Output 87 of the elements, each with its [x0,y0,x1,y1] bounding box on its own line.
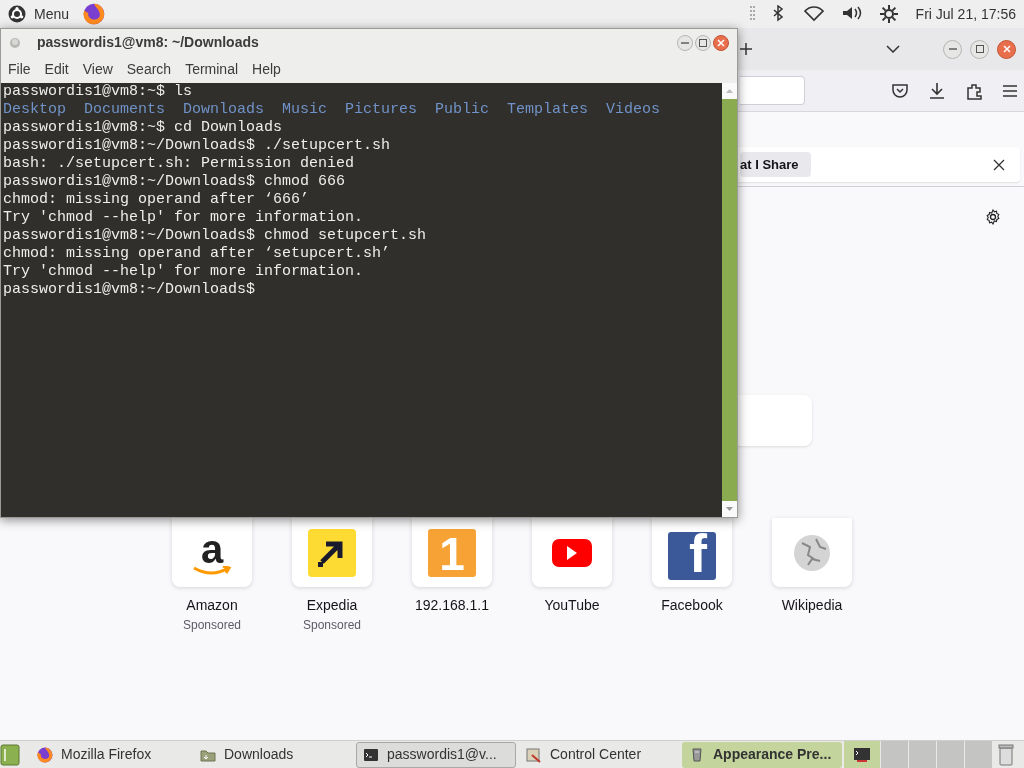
brightness-icon[interactable] [879,5,898,23]
handle-icon [748,5,756,23]
directory-name: Documents [84,101,166,119]
terminal-line: Try 'chmod --help' for more information. [3,209,365,227]
minimize-icon [681,41,689,44]
minimize-button[interactable] [943,39,962,59]
site-name: Facebook [661,596,723,615]
control-panel-icon [526,746,542,763]
maximize-icon [699,38,707,47]
terminal-icon [363,746,379,763]
trash-icon[interactable] [998,743,1014,766]
site-tile[interactable]: f [652,518,732,587]
directory-name: Pictures [345,101,418,119]
notification-button[interactable]: at I Share [740,151,811,178]
taskbar-item[interactable]: Mozilla Firefox [30,741,190,768]
terminal-icon [853,746,871,763]
menu-item[interactable]: Help [252,59,281,80]
browser-icon[interactable] [83,3,106,25]
puzzle-icon[interactable] [965,81,983,100]
menu-label[interactable]: Menu [34,3,70,25]
pocket-icon[interactable] [891,81,909,100]
paint-icon [689,746,705,763]
site-name: YouTube [544,596,600,615]
site-name: Wikipedia [781,596,843,615]
minimize-icon [948,48,957,50]
globe-icon [794,534,830,571]
sponsored-label: Sponsored [302,617,361,634]
menu-item[interactable]: Edit [44,59,69,80]
play-icon [552,538,592,567]
terminal-line: Try 'chmod --help' for more information. [3,263,365,281]
letter-f-icon: f [668,531,716,580]
maximize-icon [975,45,984,53]
directory-name: Downloads [183,101,265,119]
wifi-icon[interactable] [803,5,824,23]
terminal-line: chmod: missing operand after ‘setupcert.sh’ [3,245,392,263]
site-tile[interactable] [292,518,372,587]
terminal-line: passwordis1@vm8:~$ cd Downloads [3,119,284,137]
menu-item[interactable]: Terminal [185,59,239,80]
logo-icon[interactable] [8,5,26,23]
terminal-line: bash: ./setupcert.sh: Permission denied [3,155,356,173]
site-tile[interactable] [532,518,612,587]
taskbar-item[interactable]: Downloads [193,741,353,768]
close-button[interactable] [997,39,1016,59]
sponsored-label: Sponsored [182,617,241,634]
maximize-button[interactable] [695,34,711,51]
close-icon[interactable] [993,158,1005,171]
terminal-line: passwordis1@vm8:~/Downloads$ chmod setupcert.sh [3,227,428,245]
site-name: Amazon [186,596,238,615]
url-field[interactable] [740,76,805,105]
terminal-line: passwordis1@vm8:~/Downloads$ [3,281,257,299]
terminal-line: passwordis1@vm8:~/Downloads$ ./setupcert.sh [3,137,392,155]
terminal-line: chmod: missing operand after ‘666’ [3,191,311,209]
site-name: Expedia [306,596,358,615]
taskbar-item[interactable]: Control Center [519,741,679,768]
new-tab-icon[interactable] [740,43,752,55]
settings-icon[interactable] [985,209,1001,225]
scrollbar[interactable] [722,83,737,517]
site-name: 192.168.1.1 [415,596,489,615]
clock[interactable]: Fri Jul 21, 17:56 [915,3,1016,25]
number-icon: 1 [428,528,476,577]
window-title: passwordis1@vm8: ~/Downloads [37,33,259,52]
taskbar-item[interactable]: Appearance Pre... [682,741,842,768]
menu-item[interactable]: File [8,59,31,80]
directory-name: Templates [507,101,589,119]
scroll-down-icon[interactable] [722,501,737,517]
terminal-launcher[interactable] [844,741,880,768]
menu-item[interactable]: View [82,59,113,80]
minimize-button[interactable] [677,34,693,51]
terminal-line: passwordis1@vm8:~/Downloads$ chmod 666 [3,173,347,191]
show-desktop-icon[interactable] [0,742,20,767]
maximize-button[interactable] [970,39,989,59]
chevron-icon[interactable] [886,45,900,53]
browser-icon [37,746,53,763]
close-icon [717,38,725,47]
directory-name: Desktop [3,101,66,119]
close-button[interactable] [713,34,729,51]
download-icon[interactable] [928,81,946,100]
taskbar-item[interactable]: passwordis1@v... [356,741,516,768]
directory-name: Music [282,101,328,119]
terminal-line: passwordis1@vm8:~$ ls [3,83,194,101]
menu-item[interactable]: Search [126,59,172,80]
directory-name: Videos [606,101,661,119]
window-dot-icon[interactable] [9,36,21,49]
close-icon [1002,45,1011,53]
site-tile[interactable]: a [172,518,252,587]
directory-name: Public [435,101,490,119]
site-tile[interactable] [772,518,852,587]
